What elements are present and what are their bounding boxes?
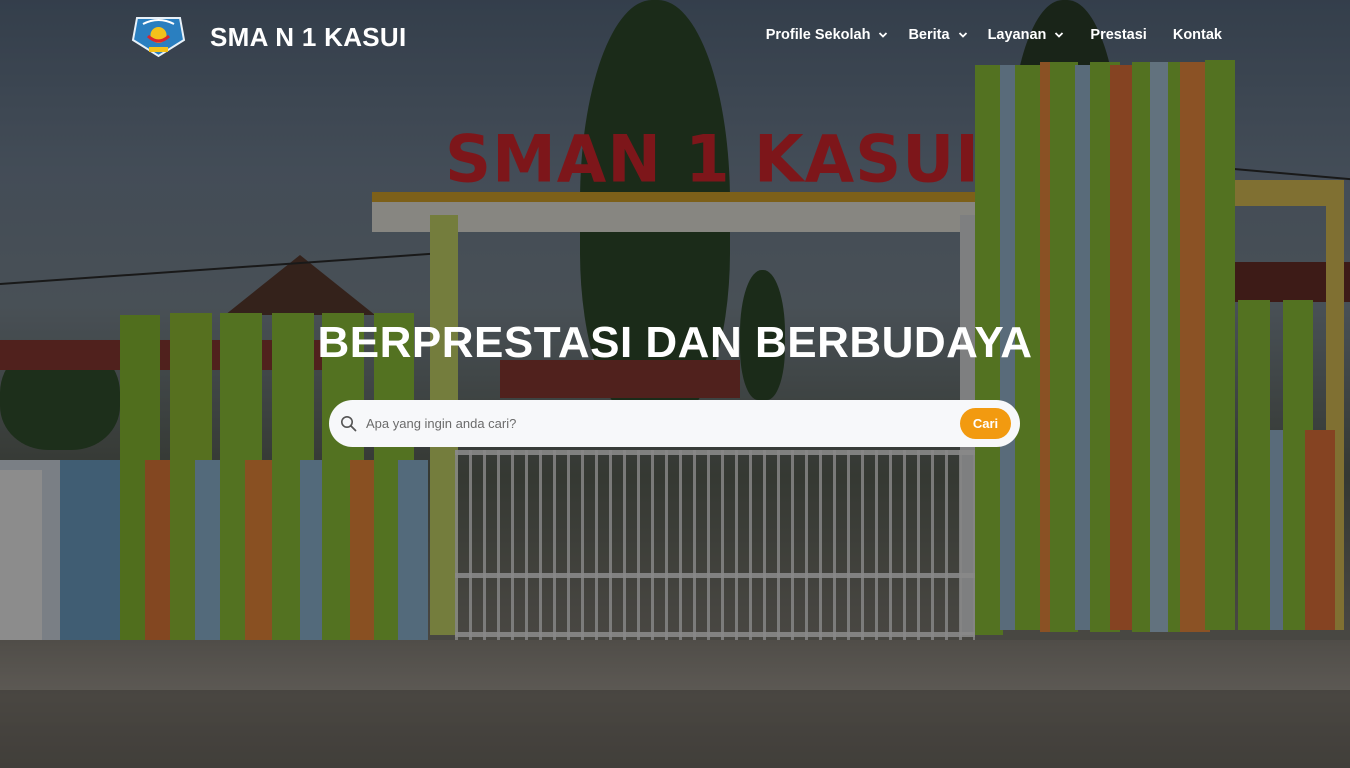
search-icon [341,416,357,432]
nav-label: Kontak [1172,27,1222,43]
search-input[interactable] [366,408,960,439]
nav-prestasi[interactable]: Prestasi [1090,27,1146,43]
hero-headline: BERPRESTASI DAN BERBUDAYA [317,318,1033,367]
chevron-down-icon [1055,32,1064,38]
nav-label: Layanan [987,27,1047,43]
main-navigation: Profile Sekolah Berita Layanan Prestasi … [746,27,1222,43]
site-title[interactable]: SMA N 1 KASUI [210,22,407,53]
nav-label: Prestasi [1090,27,1147,43]
chevron-down-icon [879,32,888,38]
school-emblem-icon[interactable] [131,14,186,58]
hero-background-photo: SMAN 1 KASUI [0,0,1350,768]
site-header: SMA N 1 KASUI Profile Sekolah Berita Lay… [0,0,1350,72]
nav-label: Profile Sekolah [765,27,871,43]
nav-layanan[interactable]: Layanan [988,27,1065,43]
chevron-down-icon [958,32,967,38]
nav-kontak[interactable]: Kontak [1173,27,1222,43]
nav-label: Berita [908,27,950,43]
nav-berita[interactable]: Berita [908,27,967,43]
search-bar: Cari [329,400,1020,447]
nav-profile-sekolah[interactable]: Profile Sekolah [766,27,889,43]
search-button[interactable]: Cari [960,408,1011,439]
